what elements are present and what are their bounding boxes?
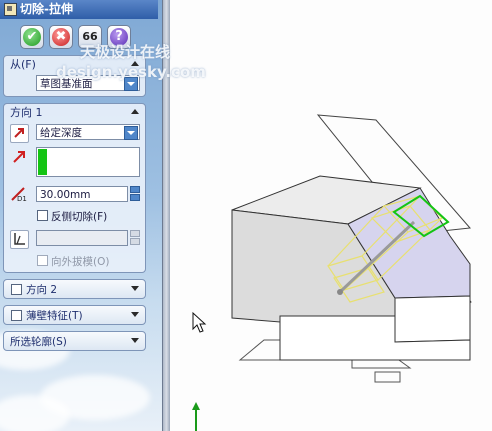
draft-toggle-button[interactable] xyxy=(10,230,29,249)
spin-down-icon[interactable] xyxy=(130,194,140,201)
expand-icon xyxy=(131,286,139,291)
ruler-icon: D1 xyxy=(10,186,27,203)
arrow-icon xyxy=(12,149,27,164)
depth-input[interactable]: 30.00mm xyxy=(36,186,128,202)
selected-contours-label: 所选轮廓(S) xyxy=(10,336,67,348)
bottom-profile-inner xyxy=(374,371,401,383)
draft-outward-checkbox[interactable] xyxy=(37,255,48,266)
thin-feature-label: 薄壁特征(T) xyxy=(26,310,83,322)
expand-icon xyxy=(131,312,139,317)
direction1-label: 方向 1 xyxy=(10,106,43,119)
flip-side-label: 反侧切除(F) xyxy=(51,211,108,223)
thin-feature-checkbox[interactable] xyxy=(11,310,22,321)
direction2-group[interactable]: 方向 2 xyxy=(3,279,146,299)
draft-spinner[interactable] xyxy=(130,230,140,246)
draft-angle-input[interactable] xyxy=(36,230,128,246)
direction2-checkbox[interactable] xyxy=(11,284,22,295)
direction-vector-selection-box[interactable] xyxy=(36,147,140,177)
mouse-pointer-icon xyxy=(192,311,207,333)
expand-icon xyxy=(131,338,139,343)
thin-feature-group[interactable]: 薄壁特征(T) xyxy=(3,305,146,325)
reverse-direction-icon xyxy=(14,128,24,138)
end-condition-select[interactable]: 给定深度 xyxy=(36,124,140,140)
axis-endpoint xyxy=(337,289,343,295)
dropdown-arrow-icon xyxy=(124,126,138,140)
spin-up-icon[interactable] xyxy=(130,230,140,237)
direction1-group: 方向 1 给定深度 D1 30.00mm 反侧切除(F) 向外拔模(O) xyxy=(3,103,146,273)
reverse-direction-button[interactable] xyxy=(10,124,29,143)
model-view xyxy=(192,114,472,431)
ok-button[interactable]: ✔ xyxy=(20,25,44,49)
watermark-line1: 天极设计在线 xyxy=(80,43,171,61)
axis-triad-arrow xyxy=(192,402,200,410)
extrude-cut-icon xyxy=(4,3,17,16)
spin-up-icon[interactable] xyxy=(130,186,140,193)
selection-color-swatch xyxy=(38,149,47,175)
spin-down-icon[interactable] xyxy=(130,238,140,245)
direction1-header[interactable]: 方向 1 xyxy=(4,104,145,121)
block-right-face xyxy=(394,295,471,343)
graphics-viewport[interactable] xyxy=(170,0,492,431)
direction2-label: 方向 2 xyxy=(26,284,58,296)
end-condition-value: 给定深度 xyxy=(40,127,82,139)
draft-angle-icon xyxy=(14,233,25,245)
flip-side-checkbox[interactable] xyxy=(37,210,48,221)
watermark-line2: design.yesky.com xyxy=(56,63,206,81)
depth-spinner[interactable] xyxy=(130,186,140,202)
x-icon: ✖ xyxy=(52,28,70,46)
check-icon: ✔ xyxy=(23,28,41,46)
depth-value: 30.00mm xyxy=(40,189,91,201)
feature-titlebar: 切除-拉伸 xyxy=(0,0,158,19)
feature-title: 切除-拉伸 xyxy=(20,2,73,16)
selected-contours-group[interactable]: 所选轮廓(S) xyxy=(3,331,146,351)
solidworks-window: 切除-拉伸 ✔ ✖ 66 ? 从(F) 草图基准面 方向 1 给定深度 D1 3… xyxy=(0,0,492,431)
svg-text:D1: D1 xyxy=(17,195,27,203)
cancel-button[interactable]: ✖ xyxy=(49,25,73,49)
draft-outward-label: 向外拔模(O) xyxy=(51,256,110,268)
from-group-label: 从(F) xyxy=(10,58,36,71)
collapse-icon xyxy=(131,109,139,114)
